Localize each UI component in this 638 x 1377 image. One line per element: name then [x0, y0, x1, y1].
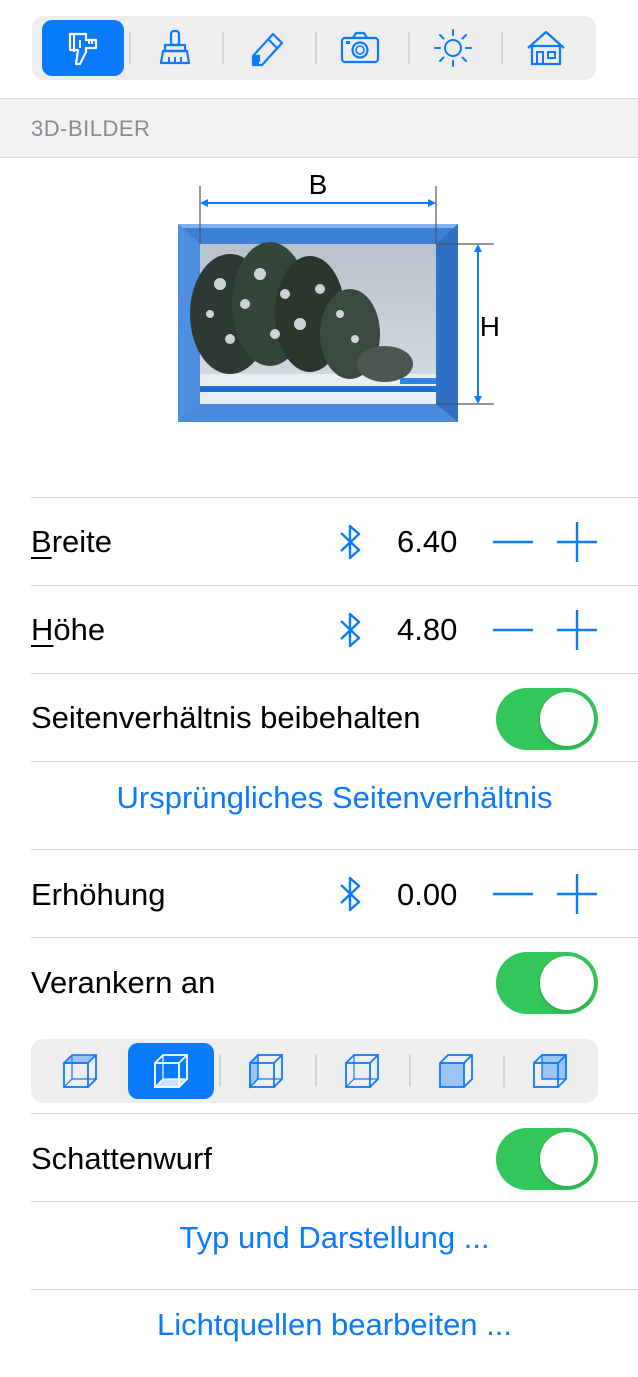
elevation-value: 0.00 — [397, 877, 458, 912]
shadow-toggle[interactable] — [496, 1128, 598, 1190]
tab-camera[interactable] — [319, 20, 401, 76]
anchor-option-front[interactable] — [319, 1043, 405, 1099]
type-display-button[interactable]: Typ und Darstellung ... — [31, 1220, 638, 1256]
width-value: 6.40 — [397, 524, 458, 559]
sun-icon — [434, 29, 472, 67]
keep-aspect-label: Seitenverhältnis beibehalten — [31, 700, 421, 735]
tab-material[interactable] — [134, 20, 216, 76]
anchor-top-icon — [62, 1054, 98, 1088]
top-toolbar — [32, 16, 596, 80]
anchor-bottom-icon — [153, 1054, 189, 1088]
width-increment-button[interactable] — [557, 522, 597, 562]
anchor-toggle[interactable] — [496, 952, 598, 1014]
width-label: Breite — [31, 524, 112, 559]
width-decrement-button[interactable] — [493, 524, 533, 560]
anchor-label: Verankern an — [31, 965, 216, 1000]
anchor-option-right[interactable] — [507, 1043, 593, 1099]
anchor-option-left[interactable] — [223, 1043, 309, 1099]
keep-aspect-row: Seitenverhältnis beibehalten — [31, 673, 638, 761]
bluetooth-icon[interactable] — [333, 610, 367, 650]
anchor-row: Verankern an — [31, 937, 638, 1029]
house-icon — [527, 30, 565, 66]
elevation-decrement-button[interactable] — [493, 876, 533, 912]
edit-lights-button[interactable]: Lichtquellen bearbeiten ... — [31, 1307, 638, 1343]
height-decrement-button[interactable] — [493, 612, 533, 648]
bluetooth-icon[interactable] — [333, 874, 367, 914]
pencil-eraser-icon — [251, 32, 284, 67]
tab-edit[interactable] — [226, 20, 308, 76]
elevation-label: Erhöhung — [31, 877, 166, 912]
picture-dimensions-diagram: B H — [178, 169, 500, 422]
height-row: Höhe 4.80 — [31, 585, 638, 673]
shadow-row: Schattenwurf — [31, 1113, 638, 1201]
winter-photo — [190, 242, 436, 404]
anchor-option-bottom[interactable] — [128, 1043, 214, 1099]
bluetooth-icon[interactable] — [333, 522, 367, 562]
anchor-back-icon — [439, 1054, 473, 1088]
anchor-option-top[interactable] — [37, 1043, 123, 1099]
caliper-ruler-icon — [68, 32, 98, 66]
height-dimension-label: H — [480, 311, 500, 342]
height-increment-button[interactable] — [557, 610, 597, 650]
height-label: Höhe — [31, 612, 106, 647]
anchor-front-icon — [345, 1054, 379, 1088]
type-display-row: Typ und Darstellung ... — [31, 1201, 638, 1289]
anchor-face-selector — [31, 1039, 598, 1103]
keep-aspect-toggle[interactable] — [496, 688, 598, 750]
tab-building[interactable] — [505, 20, 587, 76]
section-title: 3D-BILDER — [31, 116, 151, 141]
tab-light[interactable] — [412, 20, 494, 76]
edit-lights-row: Lichtquellen bearbeiten ... — [31, 1289, 638, 1377]
elevation-row: Erhöhung 0.00 — [31, 849, 638, 937]
original-aspect-row: Ursprüngliches Seitenverhältnis — [31, 761, 638, 849]
anchor-option-back[interactable] — [413, 1043, 499, 1099]
elevation-increment-button[interactable] — [557, 874, 597, 914]
width-row: Breite 6.40 — [31, 497, 638, 585]
tab-dimensions[interactable] — [42, 20, 124, 76]
original-aspect-button[interactable]: Ursprüngliches Seitenverhältnis — [31, 780, 638, 816]
brush-icon — [159, 29, 191, 65]
section-header: 3D-BILDER — [0, 98, 638, 158]
anchor-left-icon — [249, 1053, 283, 1089]
shadow-label: Schattenwurf — [31, 1141, 212, 1176]
height-value: 4.80 — [397, 612, 458, 647]
anchor-right-icon — [533, 1054, 567, 1088]
width-dimension-label: B — [309, 169, 328, 200]
camera-icon — [340, 31, 380, 64]
